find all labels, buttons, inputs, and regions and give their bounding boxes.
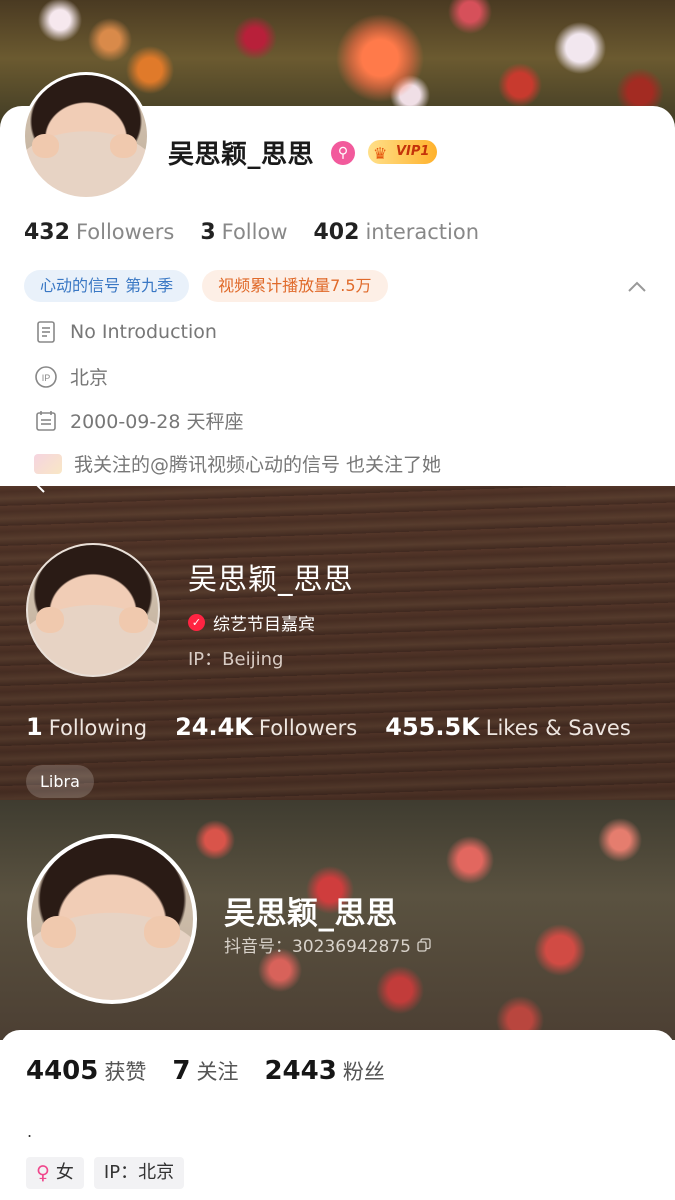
- avatar[interactable]: [26, 543, 160, 677]
- xhs-profile: 吴思颖_思思 ✓ 综艺节目嘉宾 IP：Beijing 1 Following 24…: [0, 486, 675, 800]
- mutual-follow-row[interactable]: 我关注的@腾讯视频心动的信号 也关注了她: [34, 450, 441, 477]
- stats-row: 4405 获赞 7 关注 2443 粉丝: [26, 1056, 385, 1086]
- stats-row: 1 Following 24.4K Followers 455.5K Likes & …: [26, 713, 631, 741]
- verified-badge: ✓ 综艺节目嘉宾: [188, 610, 315, 635]
- info-chips: ♀ 女 IP：北京: [26, 1157, 185, 1189]
- weibo-profile: 吴思颖_思思 ⚲ ♛ VIP1 432 Followers 3 Follow 402…: [0, 0, 675, 486]
- intro-text: No Introduction: [70, 321, 217, 343]
- profile-name: 吴思颖_思思: [168, 140, 315, 170]
- badge-text: 综艺节目嘉宾: [213, 615, 315, 635]
- gender-text: 女: [55, 1162, 74, 1183]
- calendar-icon: [36, 410, 56, 431]
- views-tag[interactable]: 视频累计播放量7.5万: [202, 270, 388, 302]
- chevron-up-icon[interactable]: [626, 276, 648, 298]
- birthday-text: 2000-09-28 天秤座: [70, 411, 244, 433]
- copy-icon[interactable]: [417, 937, 431, 952]
- ip-location: IP：Beijing: [188, 649, 284, 670]
- document-icon: [37, 321, 55, 343]
- back-arrow-icon[interactable]: [32, 486, 50, 494]
- ip-icon: IP: [35, 365, 57, 388]
- check-icon: ✓: [188, 614, 205, 631]
- follow-stat[interactable]: 3 Follow: [200, 220, 287, 245]
- zodiac-tag[interactable]: Libra: [26, 765, 94, 798]
- douyin-id-text: 抖音号：30236942875: [224, 937, 411, 957]
- stats-row: 432 Followers 3 Follow 402 interaction: [24, 220, 479, 245]
- fans-stat[interactable]: 2443 粉丝: [264, 1056, 384, 1086]
- avatar[interactable]: [27, 834, 197, 1004]
- interaction-stat[interactable]: 402 interaction: [314, 220, 480, 245]
- followers-stat[interactable]: 432 Followers: [24, 220, 174, 245]
- followers-stat[interactable]: 24.4K Followers: [175, 713, 357, 741]
- ip-text: 北京: [70, 367, 109, 389]
- following-stat[interactable]: 1 Following: [26, 713, 147, 741]
- verified-icon: ⚲: [331, 141, 355, 165]
- bio-text: .: [27, 1122, 33, 1141]
- mutual-text: 我关注的@腾讯视频心动的信号 也关注了她: [74, 454, 442, 476]
- avatar[interactable]: [22, 72, 150, 200]
- show-tag[interactable]: 心动的信号 第九季: [24, 270, 190, 302]
- tag-row: 心动的信号 第九季 视频累计播放量7.5万: [24, 270, 388, 302]
- crown-icon: ♛: [373, 144, 388, 163]
- likes-saves-stat[interactable]: 455.5K Likes & Saves: [385, 713, 631, 741]
- intro-row: No Introduction: [34, 320, 217, 344]
- likes-stat[interactable]: 4405 获赞: [26, 1056, 146, 1086]
- profile-name: 吴思颖_思思: [224, 896, 398, 932]
- gender-chip: ♀ 女: [26, 1157, 84, 1189]
- douyin-id[interactable]: 抖音号：30236942875: [224, 932, 431, 957]
- show-logo-icon: [34, 453, 62, 474]
- following-stat[interactable]: 7 关注: [172, 1056, 238, 1086]
- birthday-row: 2000-09-28 天秤座: [34, 407, 243, 434]
- svg-text:IP: IP: [42, 373, 51, 383]
- female-icon: ♀: [36, 1162, 50, 1184]
- vip-badge[interactable]: ♛ VIP1: [368, 140, 438, 164]
- ip-row: IP 北京: [34, 363, 108, 390]
- profile-name: 吴思颖_思思: [188, 562, 354, 596]
- ip-chip: IP：北京: [93, 1157, 185, 1189]
- vip-label: VIP1: [396, 144, 430, 159]
- douyin-profile: 吴思颖_思思 抖音号：30236942875 4405 获赞 7 关注 2443 粉丝…: [0, 800, 675, 1200]
